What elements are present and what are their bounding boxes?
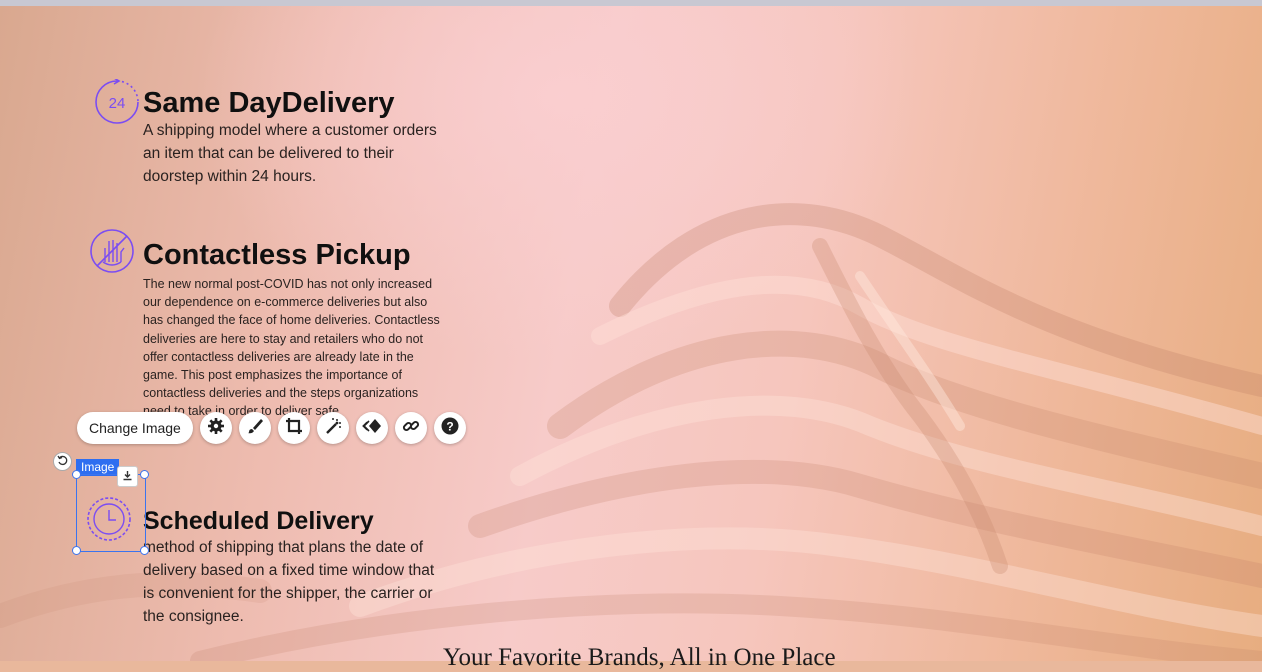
brush-button[interactable]: [238, 412, 271, 444]
animation-icon: [361, 417, 382, 440]
help-icon: ?: [441, 417, 459, 440]
tagline-heading: Your Favorite Brands, All in One Place: [443, 644, 836, 671]
feature-title: Contactless Pickup: [143, 239, 411, 271]
svg-text:?: ?: [446, 419, 453, 433]
settings-button[interactable]: [199, 412, 232, 444]
24-hours-icon-text: 24: [109, 95, 126, 112]
image-toolbar: Change Image ?: [77, 411, 466, 445]
resize-handle-bottom-left[interactable]: [72, 546, 81, 555]
feature-title: Scheduled Delivery: [143, 507, 374, 535]
resize-handle-top-left[interactable]: [72, 470, 81, 479]
rotate-icon: [57, 453, 68, 471]
animation-button[interactable]: [355, 412, 388, 444]
download-button[interactable]: [117, 466, 138, 487]
feature-title: Same DayDelivery: [143, 87, 395, 119]
resize-handle-top-right[interactable]: [140, 470, 149, 479]
crop-icon: [285, 417, 303, 440]
magic-wand-button[interactable]: [316, 412, 349, 444]
magic-wand-icon: [324, 417, 342, 440]
feature-contactless-pickup: Contactless Pickup The new normal post-C…: [143, 239, 463, 421]
feature-description: A shipping model where a customer orders…: [143, 122, 437, 185]
link-button[interactable]: [394, 412, 427, 444]
feature-description: The new normal post-COVID has not only i…: [143, 277, 440, 419]
brush-icon: [246, 417, 264, 440]
feature-scheduled-delivery: Scheduled Delivery method of shipping th…: [143, 506, 463, 628]
help-button[interactable]: ?: [433, 412, 466, 444]
feature-same-day-delivery: Same DayDelivery A shipping model where …: [143, 87, 463, 188]
rotate-handle[interactable]: [53, 452, 72, 471]
settings-icon: [207, 417, 225, 440]
no-hand-icon: [89, 228, 135, 279]
feature-description: method of shipping that plans the date o…: [143, 539, 435, 625]
link-icon: [402, 417, 420, 440]
crop-button[interactable]: [277, 412, 310, 444]
resize-handle-bottom-right[interactable]: [140, 546, 149, 555]
change-image-button[interactable]: Change Image: [77, 412, 193, 444]
download-icon: [122, 468, 133, 486]
24-hours-icon: 24: [94, 77, 140, 130]
